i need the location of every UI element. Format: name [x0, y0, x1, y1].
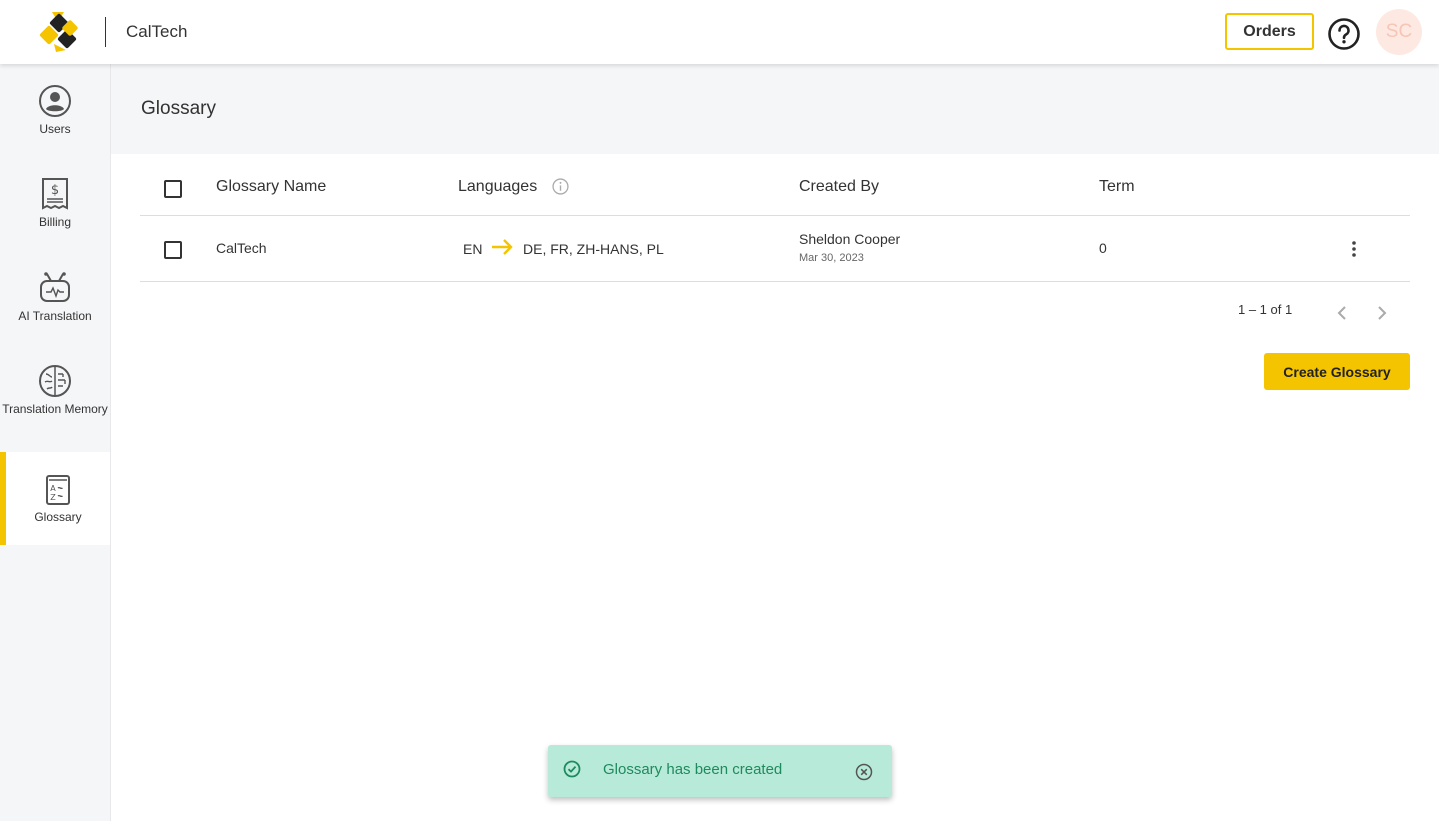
sidebar-item-billing[interactable]: $ Billing	[0, 177, 110, 230]
sidebar: Users $ Billing AI Translation Translati	[0, 64, 111, 821]
sidebar-item-translation-memory[interactable]: Translation Memory	[0, 364, 110, 417]
brand-divider	[105, 17, 106, 47]
sidebar-item-label: Users	[39, 122, 71, 136]
term-count: 0	[1099, 240, 1107, 256]
svg-text:$: $	[51, 183, 59, 198]
toast-message: Glossary has been created	[603, 761, 783, 778]
page-title-bar	[111, 64, 1439, 154]
orders-button[interactable]: Orders	[1225, 13, 1314, 50]
sidebar-item-ai-translation[interactable]: AI Translation	[0, 271, 110, 324]
create-glossary-button[interactable]: Create Glossary	[1264, 353, 1410, 390]
receipt-dollar-icon: $	[42, 178, 68, 210]
arrow-right-icon	[492, 239, 513, 255]
page-title: Glossary	[141, 98, 216, 119]
organization-name: CalTech	[126, 22, 188, 41]
column-header-created-by[interactable]: Created By	[799, 178, 879, 196]
help-icon[interactable]	[1327, 17, 1361, 51]
more-options-icon[interactable]	[1343, 238, 1365, 260]
glossary-book-icon: A Z	[46, 475, 70, 505]
app-logo[interactable]	[38, 10, 84, 54]
row-divider	[140, 281, 1410, 282]
row-checkbox[interactable]	[164, 241, 182, 259]
svg-text:A: A	[50, 484, 56, 493]
glossary-name-cell[interactable]: CalTech	[216, 240, 267, 256]
sidebar-item-label: Glossary	[34, 510, 82, 524]
header-divider	[140, 215, 1410, 216]
target-languages: DE, FR, ZH-HANS, PL	[523, 241, 664, 257]
check-circle-icon	[563, 760, 581, 778]
svg-text:Z: Z	[50, 493, 56, 502]
brain-icon	[39, 365, 71, 397]
chevron-left-icon[interactable]	[1332, 303, 1352, 323]
pagination-range: 1 – 1 of 1	[1238, 302, 1293, 317]
created-date: Mar 30, 2023	[799, 252, 864, 264]
column-header-term[interactable]: Term	[1099, 178, 1135, 196]
sidebar-item-label: Billing	[38, 215, 71, 229]
user-avatar[interactable]: SC	[1376, 9, 1422, 55]
top-header: CalTech Orders SC	[0, 0, 1439, 64]
close-icon[interactable]	[855, 763, 873, 781]
created-by-name: Sheldon Cooper	[799, 231, 901, 247]
sidebar-item-label: AI Translation	[18, 309, 92, 323]
sidebar-item-users[interactable]: Users	[0, 84, 110, 137]
sidebar-item-label: Translation Memory	[2, 402, 108, 416]
select-all-checkbox[interactable]	[164, 180, 182, 198]
user-circle-icon	[39, 85, 71, 117]
chevron-right-icon[interactable]	[1372, 303, 1392, 323]
column-header-glossary-name[interactable]: Glossary Name	[216, 178, 326, 196]
info-icon[interactable]	[552, 178, 569, 195]
sidebar-item-glossary[interactable]: A Z Glossary	[0, 452, 110, 545]
source-language: EN	[463, 241, 483, 257]
robot-icon	[40, 272, 70, 302]
column-header-languages: Languages	[458, 178, 538, 195]
